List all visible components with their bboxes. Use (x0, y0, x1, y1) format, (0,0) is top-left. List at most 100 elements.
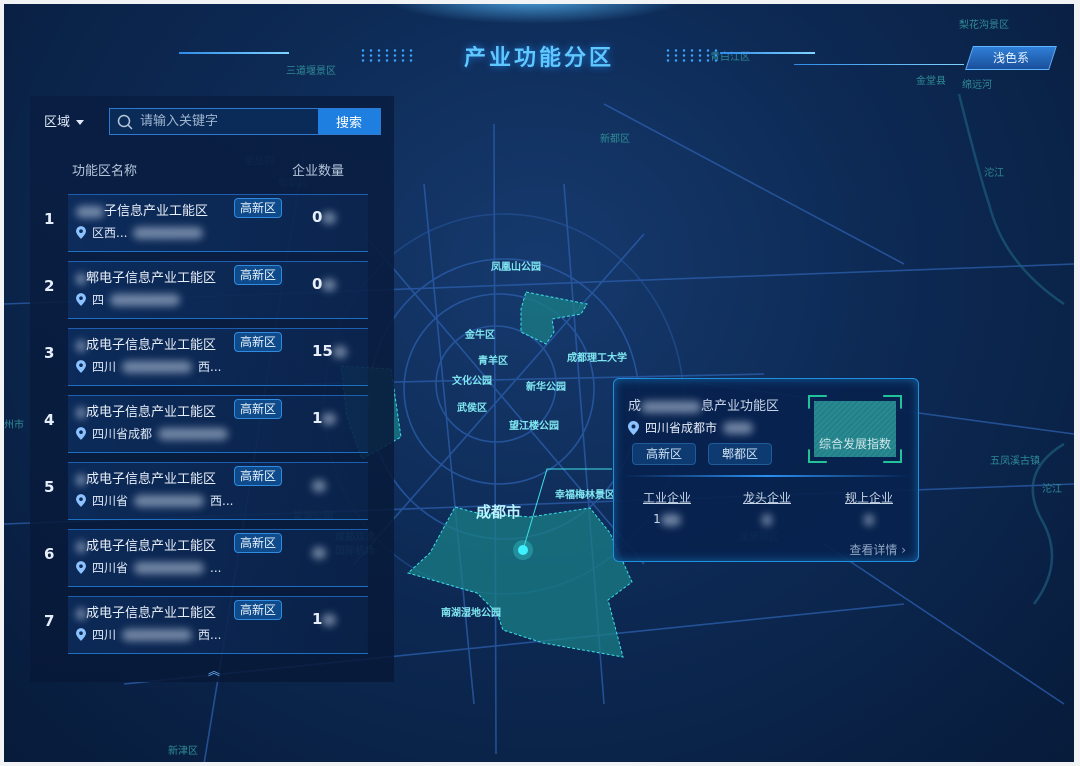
blurred-text (110, 293, 181, 306)
address-text: 四川 (92, 360, 117, 374)
blurred-text (158, 427, 229, 440)
blurred-text (312, 546, 326, 559)
zone-name-text: 成电子信息产业工能区 (86, 338, 217, 353)
row-number: 4 (44, 411, 55, 429)
location-pin-icon (76, 360, 86, 373)
page-title: 产业功能分区 (463, 46, 614, 71)
district-tag[interactable]: 高新区 (234, 399, 283, 419)
count-text: 1 (312, 610, 323, 628)
location-pin-icon (76, 293, 86, 306)
blurred-text (134, 561, 205, 574)
map-label: 凤凰山公园 (491, 262, 541, 273)
zone-address: 四 (76, 291, 186, 308)
map-label: 南湖湿地公园 (441, 608, 501, 619)
district-tag[interactable]: 高新区 (234, 466, 283, 486)
popup-title-start: 成 (628, 399, 642, 414)
search-button[interactable]: 搜索 (318, 109, 380, 134)
count-text: 15 (312, 342, 333, 360)
district-tag[interactable]: 高新区 (234, 265, 283, 285)
address-text: 四川省 (92, 494, 129, 508)
popup-tag[interactable]: 郫都区 (708, 443, 772, 465)
blurred-text (76, 473, 86, 486)
enterprise-count: 0 (312, 275, 337, 293)
location-pin-icon (76, 561, 86, 574)
zone-list-item[interactable]: 7 成电子信息产业工能区 高新区 四川 西... 1 (38, 596, 388, 654)
enterprise-count: 0 (312, 208, 337, 226)
map-label: 武侯区 (457, 403, 487, 414)
region-label: 区域 (44, 115, 71, 130)
map-label: 文化公园 (452, 376, 492, 387)
blurred-text (76, 205, 104, 218)
map-label: 成都理工大学 (567, 353, 627, 364)
blurred-text (76, 339, 86, 352)
blurred-text (322, 278, 337, 291)
zone-marker[interactable] (518, 545, 528, 555)
blurred-text (332, 345, 347, 358)
address-end: ... (210, 560, 222, 575)
popup-title: 成 息产业功能区 (628, 395, 779, 414)
theme-button-label: 浅色系 (992, 51, 1029, 65)
header-line-right (794, 64, 964, 65)
stat-label: 龙头企业 (742, 491, 791, 505)
zone-list-item[interactable]: 4 成电子信息产业工能区 高新区 四川省成都 1 (38, 395, 388, 453)
map-label: 州市 (4, 420, 24, 431)
district-tag[interactable]: 高新区 (234, 332, 283, 352)
zone-address: 四川 西... (76, 626, 221, 643)
popup-title-end: 息产业功能区 (701, 399, 780, 414)
map-label: 沱江 (1042, 484, 1062, 495)
stat-leading: 龙头企业 (722, 489, 812, 526)
map-label: 新都区 (600, 134, 630, 145)
row-number: 7 (44, 612, 55, 630)
enterprise-count: 15 (312, 342, 347, 360)
blurred-text (641, 400, 702, 413)
map-label: 五凤溪古镇 (990, 456, 1040, 467)
theme-toggle-button[interactable]: 浅色系 (965, 46, 1057, 70)
popup-address-text: 四川省成都市 (645, 421, 718, 435)
zone-list-item[interactable]: 2 郫电子信息产业工能区 高新区 四 0 (38, 261, 388, 319)
location-pin-icon (76, 494, 86, 507)
view-details-link[interactable]: 查看详情 › (849, 541, 906, 558)
blurred-text (122, 360, 193, 373)
column-header-count: 企业数量 (292, 164, 345, 179)
popup-tag[interactable]: 高新区 (632, 443, 696, 465)
district-tag[interactable]: 高新区 (234, 600, 283, 620)
map-label: 青羊区 (478, 356, 508, 367)
collapse-up-icon[interactable]: ︽ (208, 662, 220, 679)
zone-address: 四川省 西... (76, 492, 233, 509)
blurred-text (134, 494, 205, 507)
zone-list-item[interactable]: 6 成电子信息产业工能区 高新区 四川省... (38, 529, 388, 587)
zone-list-item[interactable]: 1 子信息产业工能区 高新区 区西... 0 (38, 194, 388, 252)
map-label: 成都市 (476, 503, 522, 521)
development-index[interactable]: 综合发展指数 (814, 401, 896, 457)
zone-address: 四川 西... (76, 358, 221, 375)
zone-list-item[interactable]: 3 成电子信息产业工能区 高新区 四川 西... 15 (38, 328, 388, 386)
stat-industrial: 工业企业 1 (622, 489, 712, 526)
caret-down-icon (76, 120, 85, 125)
region-dropdown[interactable]: 区域 (44, 111, 85, 130)
zone-list-item[interactable]: 5 成电子信息产业工能区 高新区 四川省 西... (38, 462, 388, 520)
zone-name: 成电子信息产业工能区 (76, 535, 216, 554)
address-text: 四川省成都 (92, 427, 153, 441)
blurred-text (322, 211, 337, 224)
blurred-text (122, 628, 193, 641)
map-label: 望江楼公园 (509, 421, 559, 432)
map-label: 新华公园 (526, 382, 566, 393)
zone-name-text: 成电子信息产业工能区 (86, 405, 217, 420)
zone-address: 区西... (76, 224, 209, 241)
location-pin-icon (76, 226, 86, 239)
search-input[interactable] (140, 109, 318, 134)
enterprise-count: 1 (312, 409, 337, 427)
district-tag[interactable]: 高新区 (234, 533, 283, 553)
zone-info-popup: 成 息产业功能区 四川省成都市 高新区 郫都区 综合发展指数 工业企业 1 龙头企业… (613, 378, 919, 562)
map-label: 金牛区 (465, 330, 495, 341)
row-number: 1 (44, 210, 55, 228)
top-glow (384, 4, 684, 24)
row-number: 5 (44, 478, 55, 496)
blurred-text (76, 540, 86, 553)
blurred-text (322, 613, 337, 626)
stat-label: 规上企业 (844, 491, 893, 505)
address-end: 西... (198, 628, 222, 642)
zone-address: 四川省... (76, 559, 221, 576)
district-tag[interactable]: 高新区 (234, 198, 283, 218)
zone-south[interactable] (407, 506, 633, 658)
